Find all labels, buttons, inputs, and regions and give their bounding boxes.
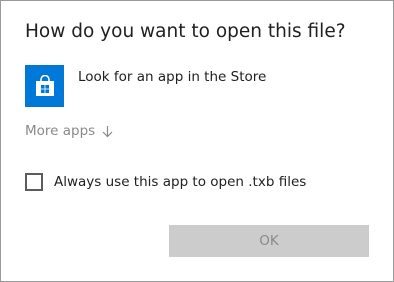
more-apps-label: More apps bbox=[25, 123, 96, 139]
open-with-dialog: How do you want to open this file? Look … bbox=[0, 0, 394, 282]
dialog-title: How do you want to open this file? bbox=[25, 21, 346, 42]
always-use-checkbox[interactable] bbox=[25, 173, 43, 191]
store-option-label: Look for an app in the Store bbox=[78, 69, 267, 85]
always-use-option[interactable]: Always use this app to open .txb files bbox=[25, 173, 306, 191]
always-use-label: Always use this app to open .txb files bbox=[54, 174, 307, 190]
store-icon bbox=[25, 65, 64, 107]
more-apps-link[interactable]: More apps bbox=[25, 123, 113, 139]
arrow-down-icon bbox=[102, 125, 113, 138]
ok-button[interactable]: OK bbox=[169, 225, 369, 257]
store-app-option[interactable]: Look for an app in the Store bbox=[25, 65, 266, 107]
